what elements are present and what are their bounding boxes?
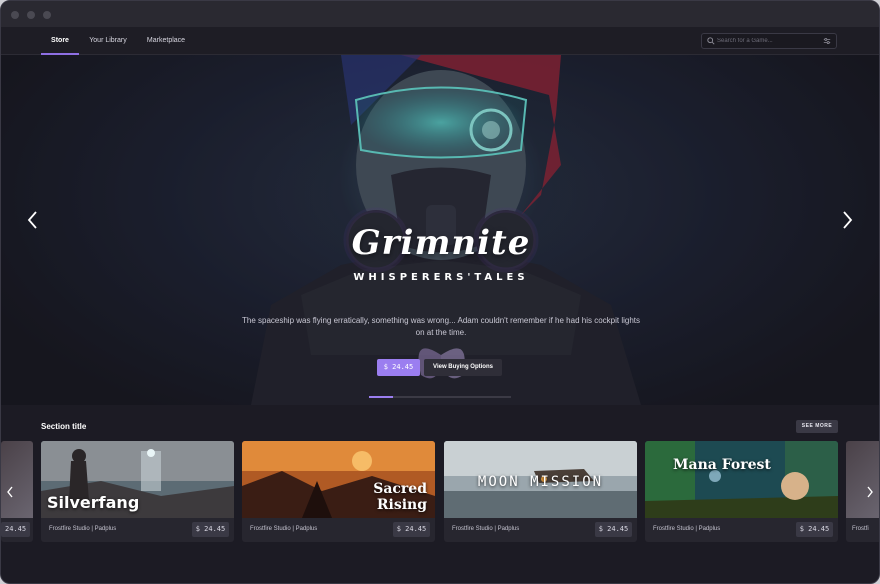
game-studio: Frostfire Studio | Padplus <box>49 526 117 532</box>
game-title: Sacred Rising <box>373 481 427 513</box>
filter-icon[interactable] <box>823 37 831 45</box>
game-card[interactable]: Sacred Rising Frostfire Studio | Padplus… <box>242 441 435 542</box>
game-price: 24.45 <box>1 522 31 537</box>
game-thumbnail: MOON MISSION <box>444 441 637 518</box>
game-price[interactable]: $ 24.45 <box>796 522 833 537</box>
tab-store[interactable]: Store <box>41 27 79 55</box>
top-nav: Store Your Library Marketplace <box>1 27 879 55</box>
tab-your-library[interactable]: Your Library <box>85 27 131 55</box>
mana-forest-art <box>645 441 838 518</box>
game-studio: Frostfi <box>852 526 869 532</box>
hero-game-subtitle: WHISPERERS'TALES <box>353 272 529 283</box>
view-buying-options-button[interactable]: View Buying Options <box>424 359 502 376</box>
game-title-line1: Sacred <box>373 481 427 497</box>
game-price[interactable]: $ 24.45 <box>393 522 430 537</box>
game-title: Silverfang <box>47 493 140 512</box>
game-thumbnail <box>846 441 879 518</box>
search-icon <box>707 37 715 45</box>
game-thumbnail: Mana Forest <box>645 441 838 518</box>
hero-banner: Grimnite WHISPERERS'TALES The spaceship … <box>1 55 879 405</box>
game-studio: Frostfire Studio | Padplus <box>452 526 520 532</box>
carousel-progress-fill <box>369 396 394 398</box>
game-thumbnail <box>1 441 33 518</box>
row-prev-arrow[interactable] <box>5 485 15 499</box>
hero-description: The spaceship was flying erratically, so… <box>241 316 640 337</box>
hero-buy-button[interactable]: $ 24.45 <box>377 359 420 376</box>
game-studio: Frostfire Studio | Padplus <box>250 526 318 532</box>
game-studio: Frostfire Studio | Padplus <box>653 526 721 532</box>
see-more-button[interactable]: SEE MORE <box>796 420 838 433</box>
game-thumbnail: Silverfang <box>41 441 234 518</box>
game-card[interactable]: MOON MISSION Frostfire Studio | Padplus … <box>444 441 637 542</box>
game-card[interactable]: Mana Forest Frostfire Studio | Padplus $… <box>645 441 838 542</box>
minimize-window-button[interactable] <box>27 11 35 19</box>
section-title: Section title <box>41 422 87 431</box>
game-title-line2: Rising <box>376 497 427 513</box>
app-window: Store Your Library Marketplace Search fo… <box>0 0 880 584</box>
carousel-progress <box>369 396 511 398</box>
search-input[interactable] <box>717 34 817 48</box>
game-card[interactable]: Silverfang Frostfire Studio | Padplus $ … <box>41 441 234 542</box>
maximize-window-button[interactable] <box>43 11 51 19</box>
tab-marketplace[interactable]: Marketplace <box>141 27 191 55</box>
game-price[interactable]: $ 24.45 <box>595 522 632 537</box>
game-title: MOON MISSION <box>477 474 604 490</box>
hero-game-title: Grimnite <box>351 223 531 263</box>
game-thumbnail: Sacred Rising <box>242 441 435 518</box>
search-box[interactable] <box>701 33 837 49</box>
close-window-button[interactable] <box>11 11 19 19</box>
title-bar <box>1 1 879 27</box>
game-price[interactable]: $ 24.45 <box>192 522 229 537</box>
game-title: Mana Forest <box>673 457 771 473</box>
row-next-arrow[interactable] <box>865 485 875 499</box>
